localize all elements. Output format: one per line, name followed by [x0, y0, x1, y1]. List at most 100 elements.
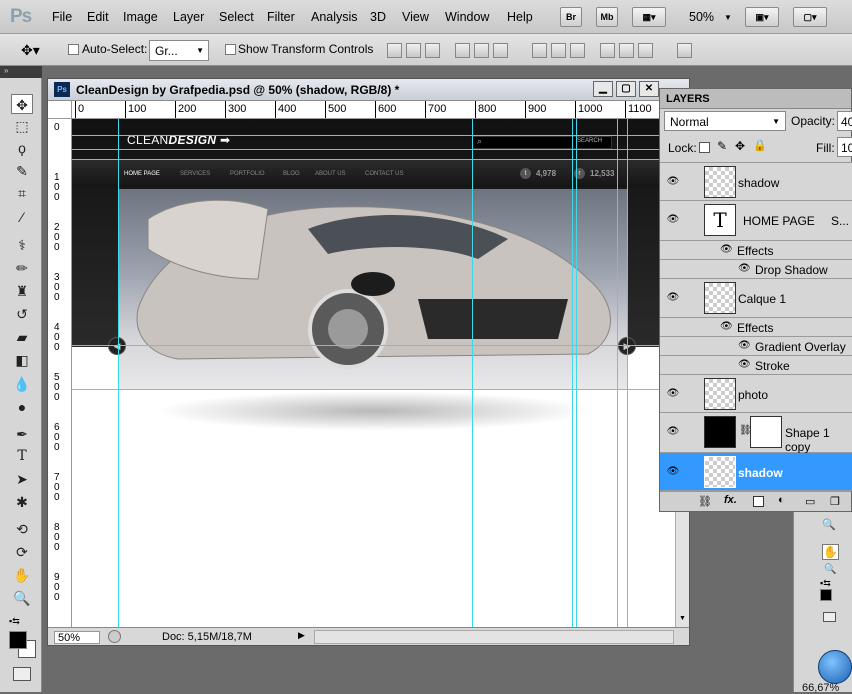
menu-edit[interactable]: Edit	[87, 10, 109, 24]
guide-line[interactable]	[472, 119, 473, 627]
status-info-icon[interactable]	[108, 630, 121, 643]
zoom-tool-icon[interactable]: 🔍	[824, 564, 836, 575]
eye-icon[interactable]: 👁	[666, 215, 680, 225]
show-transform-checkbox[interactable]	[225, 44, 236, 55]
link-layers-icon[interactable]: ⛓	[698, 495, 712, 508]
distribute-bottom-icon[interactable]	[570, 43, 585, 58]
menu-image[interactable]: Image	[123, 10, 158, 24]
distribute-vcenter-icon[interactable]	[551, 43, 566, 58]
layers-tab[interactable]: LAYERS	[666, 93, 710, 105]
foreground-color-swatch[interactable]	[9, 631, 27, 649]
mini-bridge-button[interactable]: Mb	[596, 7, 618, 27]
clone-stamp-tool-icon[interactable]: ♜	[11, 281, 33, 301]
blur-tool-icon[interactable]: 💧	[11, 374, 33, 394]
guide-line[interactable]	[72, 149, 675, 150]
ruler-origin[interactable]	[48, 101, 72, 119]
quick-mask-icon[interactable]	[13, 667, 31, 681]
guide-line[interactable]	[572, 119, 573, 627]
horizontal-ruler[interactable]: 0 100 200 300 400 500 600 700 800 900 10…	[72, 101, 689, 119]
effect-row[interactable]: 👁 Stroke	[660, 356, 852, 375]
windows-start-icon[interactable]	[818, 650, 852, 684]
add-mask-icon[interactable]	[753, 496, 764, 507]
auto-align-icon[interactable]	[677, 43, 692, 58]
arrange-documents-button[interactable]: ▣▾	[745, 7, 779, 27]
canvas[interactable]: CLEANDESIGN ➡ ⌕ SEARCH HOME PAGE SERVICE…	[72, 119, 675, 627]
default-colors-icon[interactable]: ▪⇆	[9, 616, 20, 627]
status-zoom[interactable]: 50%	[54, 631, 100, 644]
align-left-icon[interactable]	[455, 43, 470, 58]
extras-button[interactable]: ▦▾	[632, 7, 666, 27]
eye-icon[interactable]: 👁	[666, 177, 680, 187]
move-tool-icon[interactable]: ✥	[11, 94, 33, 114]
history-brush-tool-icon[interactable]: ↺	[11, 304, 33, 324]
opacity-input[interactable]: 40	[837, 111, 852, 131]
menu-select[interactable]: Select	[219, 10, 254, 24]
site-nav-item[interactable]: ABOUT US	[315, 171, 346, 177]
distribute-right-icon[interactable]	[638, 43, 653, 58]
eye-icon[interactable]: 👁	[720, 321, 733, 332]
foreground-color-swatch[interactable]	[820, 589, 832, 601]
eye-icon[interactable]: 👁	[666, 293, 680, 303]
guide-line[interactable]	[72, 159, 675, 160]
shape-tool-icon[interactable]: ✱	[11, 492, 33, 512]
3d-orbit-tool-icon[interactable]: ⟳	[11, 542, 33, 562]
eye-icon[interactable]: 👁	[738, 340, 751, 351]
guide-line[interactable]	[617, 119, 618, 627]
distribute-top-icon[interactable]	[532, 43, 547, 58]
site-nav-item[interactable]: CONTACT US	[365, 171, 403, 177]
menu-window[interactable]: Window	[445, 10, 489, 24]
eye-icon[interactable]: 👁	[666, 427, 680, 437]
site-nav-item[interactable]: BLOG	[283, 171, 300, 177]
eye-icon[interactable]: 👁	[738, 263, 751, 274]
move-tool-icon[interactable]: ✥▾	[21, 42, 40, 59]
lock-transparency-icon[interactable]	[699, 142, 710, 153]
maximize-button[interactable]: ▢	[616, 81, 636, 97]
hand-tool-icon[interactable]: ✋	[11, 565, 33, 585]
dodge-tool-icon[interactable]: ●	[11, 397, 33, 417]
minimize-button[interactable]: ▁	[593, 81, 613, 97]
swap-colors-icon[interactable]: ▪⇆	[820, 578, 831, 589]
healing-brush-tool-icon[interactable]: ⚕	[11, 235, 33, 255]
pen-tool-icon[interactable]: ✒	[11, 424, 33, 444]
site-search-button[interactable]: SEARCH	[577, 138, 602, 144]
eye-icon[interactable]: 👁	[720, 244, 733, 255]
lock-all-icon[interactable]: 🔒	[753, 139, 767, 152]
site-nav-item[interactable]: SERVICES	[180, 171, 210, 177]
blend-mode-dropdown[interactable]: Normal ▼	[664, 111, 786, 131]
quick-mask-icon[interactable]	[823, 612, 836, 622]
marquee-tool-icon[interactable]: ⬚	[11, 116, 33, 136]
align-bottom-icon[interactable]	[425, 43, 440, 58]
align-right-icon[interactable]	[493, 43, 508, 58]
chevron-down-icon[interactable]: ▼	[724, 13, 732, 22]
layer-row[interactable]: 👁 T HOME PAGE S...	[660, 201, 852, 241]
eyedropper-tool-icon[interactable]: ⁄	[11, 207, 33, 227]
screen-mode-button[interactable]: ▢▾	[793, 7, 827, 27]
slider-prev-icon[interactable]: ◀	[108, 337, 126, 355]
distribute-left-icon[interactable]	[600, 43, 615, 58]
lock-position-icon[interactable]: ✥	[735, 139, 745, 153]
effects-row[interactable]: 👁 Effects	[660, 241, 852, 260]
guide-line[interactable]	[72, 135, 675, 136]
guide-line[interactable]	[118, 119, 119, 627]
adjustment-layer-icon[interactable]: ◐	[778, 494, 785, 506]
menu-analysis[interactable]: Analysis	[311, 10, 358, 24]
horizontal-scrollbar[interactable]	[314, 630, 674, 644]
eraser-tool-icon[interactable]: ▰	[11, 327, 33, 347]
vertical-ruler[interactable]: 0 1 0 0 2 0 0 3 0 0 4 0 0 5 0 0 6 0 0 7 …	[48, 119, 72, 627]
zoom-tool-icon[interactable]: 🔍	[822, 518, 836, 531]
menu-layer[interactable]: Layer	[173, 10, 204, 24]
guide-line[interactable]	[72, 389, 675, 390]
zoom-tool-icon[interactable]: 🔍	[11, 588, 33, 608]
menu-file[interactable]: File	[52, 10, 72, 24]
quick-select-tool-icon[interactable]: ✎	[11, 161, 33, 181]
status-menu-icon[interactable]: ▶	[298, 630, 310, 643]
gradient-tool-icon[interactable]: ◧	[11, 350, 33, 370]
brush-tool-icon[interactable]: ✏	[11, 258, 33, 278]
scroll-down-icon[interactable]: ▼	[679, 615, 686, 622]
align-vcenter-icon[interactable]	[406, 43, 421, 58]
menu-filter[interactable]: Filter	[267, 10, 295, 24]
guide-line[interactable]	[72, 345, 675, 346]
align-top-icon[interactable]	[387, 43, 402, 58]
effect-row[interactable]: 👁 Gradient Overlay	[660, 337, 852, 356]
lock-pixels-icon[interactable]: ✎	[717, 139, 727, 153]
